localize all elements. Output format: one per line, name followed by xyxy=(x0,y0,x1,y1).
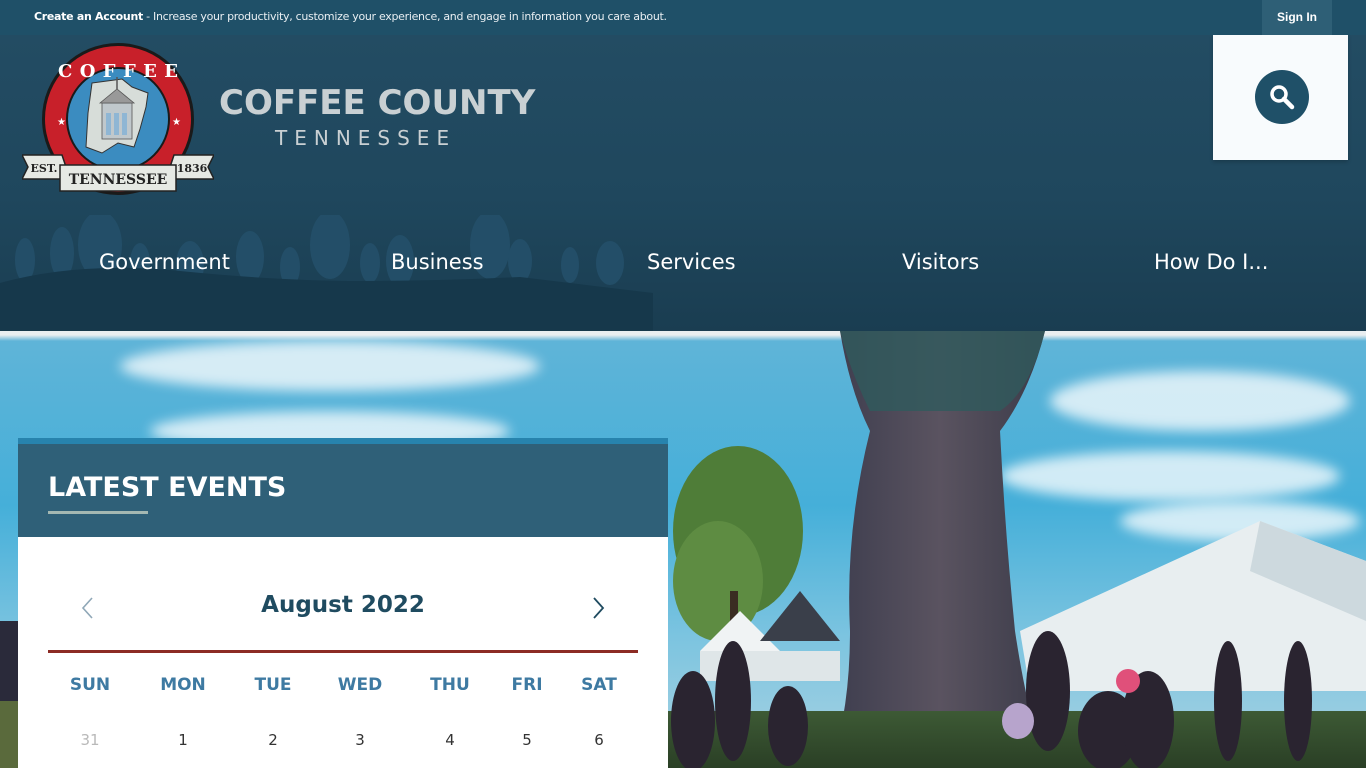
calendar-day[interactable]: 2 xyxy=(233,731,313,749)
site-subtitle: TENNESSEE xyxy=(275,126,457,150)
calendar-day[interactable]: 4 xyxy=(410,731,490,749)
calendar-day[interactable]: 5 xyxy=(487,731,567,749)
left-edge-crowd xyxy=(0,621,20,768)
calendar-divider xyxy=(48,650,638,653)
chevron-right-icon[interactable] xyxy=(588,595,608,621)
calendar-day[interactable]: 6 xyxy=(559,731,639,749)
seal-star-right: ★ xyxy=(172,117,181,128)
weekday-thu: THU xyxy=(430,675,470,695)
search-panel xyxy=(1213,35,1348,160)
weekday-wed: WED xyxy=(337,675,383,695)
seal-est-label: EST. xyxy=(31,162,58,175)
site-title[interactable]: COFFEE COUNTY xyxy=(219,83,535,123)
seal-banner-text: TENNESSEE xyxy=(69,172,168,188)
account-promo: Create an Account - Increase your produc… xyxy=(34,10,667,23)
weekday-sun: SUN xyxy=(69,675,111,695)
weekday-mon: MON xyxy=(160,675,206,695)
sign-in-button[interactable]: Sign In xyxy=(1262,0,1332,35)
nav-item-government[interactable]: Government xyxy=(99,250,230,274)
search-button[interactable] xyxy=(1255,70,1309,124)
cloud xyxy=(1050,371,1350,431)
title-underline xyxy=(48,511,148,514)
latest-events-title: LATEST EVENTS xyxy=(48,472,287,503)
search-icon xyxy=(1270,85,1295,110)
create-account-link[interactable]: Create an Account xyxy=(34,10,143,23)
seal-star-left: ★ xyxy=(57,117,66,128)
seal-year-label: 1836 xyxy=(177,162,208,175)
cloud xyxy=(120,341,540,391)
calendar-month-label: August 2022 xyxy=(261,592,425,618)
calendar-day[interactable]: 31 xyxy=(50,731,130,749)
nav-item-how-do-i[interactable]: How Do I... xyxy=(1154,250,1268,274)
main-navigation: Government Business Services Visitors Ho… xyxy=(0,250,1366,290)
weekday-fri: FRI xyxy=(511,675,543,695)
calendar-day[interactable]: 3 xyxy=(320,731,400,749)
site-header: COFFEE ★ ★ EST. 1836 TENNESSEE COFFEE CO… xyxy=(0,35,1366,331)
nav-item-business[interactable]: Business xyxy=(391,250,484,274)
nav-item-services[interactable]: Services xyxy=(647,250,736,274)
festival-crowd xyxy=(671,631,1312,768)
county-seal-logo[interactable]: COFFEE ★ ★ EST. 1836 TENNESSEE xyxy=(22,43,214,197)
calendar-day[interactable]: 1 xyxy=(143,731,223,749)
account-promo-text: - Increase your productivity, customize … xyxy=(142,10,667,23)
weekday-sat: SAT xyxy=(581,675,617,695)
nav-item-visitors[interactable]: Visitors xyxy=(902,250,979,274)
events-calendar: August 2022 SUN MON TUE WED THU FRI SAT … xyxy=(18,537,668,768)
top-bar: Create an Account - Increase your produc… xyxy=(0,0,1366,35)
latest-events-header: LATEST EVENTS xyxy=(18,438,668,537)
weekday-tue: TUE xyxy=(254,675,292,695)
